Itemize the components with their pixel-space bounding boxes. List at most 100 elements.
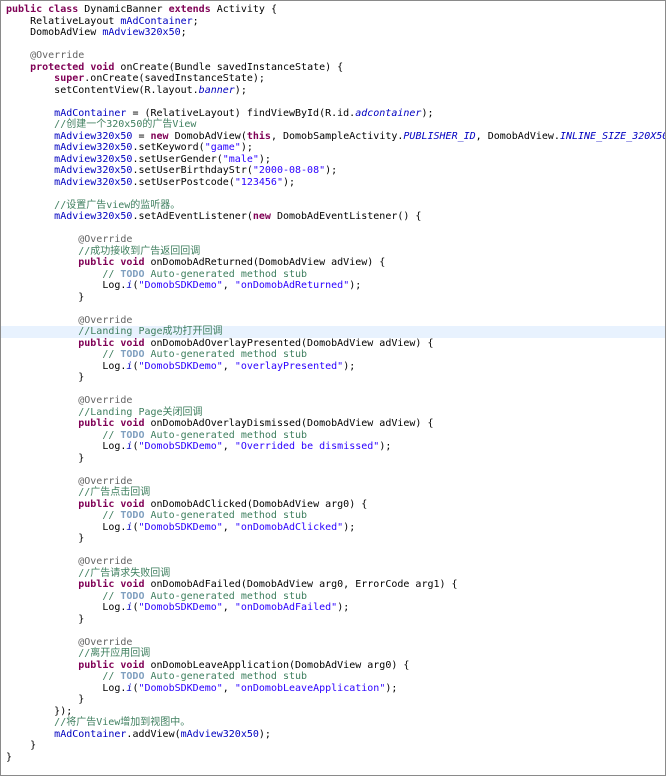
code-line[interactable]: //成功接收到广告返回回调 [6,246,663,258]
code-line[interactable]: @Override [6,476,663,488]
code-line[interactable]: //广告请求失败回调 [6,568,663,580]
code-line[interactable]: // TODO Auto-generated method stub [6,349,663,361]
code-editor[interactable]: public class DynamicBanner extends Activ… [0,0,666,776]
code-line[interactable] [6,625,663,637]
code-line[interactable]: @Override [6,556,663,568]
code-line[interactable]: //创建一个320x50的广告View [6,119,663,131]
code-line[interactable]: public void onDomobAdOverlayDismissed(Do… [6,418,663,430]
code-token: ); [234,84,247,96]
code-line[interactable]: // TODO Auto-generated method stub [6,671,663,683]
code-token: // [102,590,121,602]
code-token: , [222,682,235,694]
code-line[interactable]: mAdview320x50.setUserGender("male"); [6,154,663,166]
code-line[interactable]: mAdContainer.addView(mAdview320x50); [6,729,663,741]
code-line[interactable] [6,96,663,108]
code-token: , [222,441,235,452]
code-line[interactable]: public void onDomobAdReturned(DomobAdVie… [6,257,663,269]
code-line[interactable]: public void onDomobAdFailed(DomobAdView … [6,579,663,591]
code-token: Auto-generated method stub [144,349,308,360]
code-line[interactable]: @Override [6,234,663,246]
code-line[interactable]: }); [6,706,663,718]
code-listing[interactable]: public class DynamicBanner extends Activ… [1,4,665,764]
code-line[interactable]: @Override [6,395,663,407]
code-line[interactable]: mAdview320x50.setUserPostcode("123456"); [6,177,663,189]
code-line[interactable]: mAdContainer = (RelativeLayout) findView… [6,108,663,120]
code-line[interactable]: } [6,694,663,706]
code-line[interactable]: } [6,740,663,752]
code-line[interactable]: Log.i("DomobSDKDemo", "onDomobLeaveAppli… [6,683,663,695]
code-token: PUBLISHER_ID [403,130,476,142]
code-line[interactable]: RelativeLayout mAdContainer; [6,16,663,28]
code-token: Auto-generated method stub [144,268,308,280]
code-line[interactable] [6,223,663,235]
code-line[interactable]: @Override [6,637,663,649]
code-token: Auto-generated method stub [144,510,308,521]
code-line[interactable]: @Override [6,315,663,327]
code-line[interactable]: public class DynamicBanner extends Activ… [6,4,663,16]
code-line[interactable]: mAdview320x50.setKeyword("game"); [6,142,663,154]
code-line[interactable]: //Landing Page关闭回调 [6,407,663,419]
code-line[interactable]: } [6,372,663,384]
code-line[interactable]: mAdview320x50.setAdEventListener(new Dom… [6,211,663,223]
code-line[interactable]: // TODO Auto-generated method stub [6,430,663,442]
code-token: mAdview320x50 [54,153,133,165]
code-line[interactable] [6,188,663,200]
code-token: // [102,268,121,280]
code-token: Activity { [210,4,277,15]
code-line[interactable]: Log.i("DomobSDKDemo", "onDomobAdReturned… [6,280,663,292]
code-line[interactable] [6,464,663,476]
code-line[interactable]: // TODO Auto-generated method stub [6,591,663,603]
code-token: //广告请求失败回调 [78,567,171,579]
code-line[interactable]: } [6,292,663,304]
code-line[interactable] [6,545,663,557]
code-line[interactable]: } [6,453,663,465]
code-line[interactable]: public void onDomobAdOverlayPresented(Do… [6,338,663,350]
code-token: } [78,291,85,303]
code-line[interactable]: protected void onCreate(Bundle savedInst… [6,62,663,74]
code-line[interactable]: } [6,533,663,545]
code-line-current[interactable]: //Landing Page成功打开回调 [1,326,665,338]
code-line[interactable]: } [6,752,663,764]
code-line[interactable] [6,303,663,315]
code-token: public [78,257,115,268]
code-line[interactable]: DomobAdView mAdview320x50; [6,27,663,39]
code-line[interactable]: Log.i("DomobSDKDemo", "onDomobAdFailed")… [6,602,663,614]
code-token: Log. [102,280,127,291]
code-line[interactable]: //将广告View增加到视图中。 [6,717,663,729]
code-line[interactable]: @Override [6,50,663,62]
code-line[interactable]: // TODO Auto-generated method stub [6,510,663,522]
code-line[interactable]: //广告点击回调 [6,487,663,499]
code-line[interactable]: //离开应用回调 [6,648,663,660]
code-line[interactable]: Log.i("DomobSDKDemo", "onDomobAdClicked"… [6,522,663,534]
code-line[interactable]: mAdview320x50 = new DomobAdView(this, Do… [6,130,665,143]
code-line[interactable] [6,39,663,51]
code-line[interactable]: public void onDomobAdClicked(DomobAdView… [6,499,663,511]
code-line[interactable]: mAdview320x50.setUserBirthdayStr("2000-0… [6,165,663,177]
code-line[interactable]: super.onCreate(savedInstanceState); [6,73,663,85]
code-line[interactable]: Log.i("DomobSDKDemo", "Overrided be dism… [6,441,663,453]
code-line[interactable]: public void onDomobLeaveApplication(Domo… [6,660,663,672]
code-line[interactable]: Log.i("DomobSDKDemo", "overlayPresented"… [6,361,663,373]
code-line[interactable]: setContentView(R.layout.banner); [6,85,663,97]
code-token: ); [325,165,338,176]
code-line[interactable]: } [6,614,663,626]
code-line[interactable]: // TODO Auto-generated method stub [6,269,663,281]
code-line[interactable] [6,384,663,396]
code-line[interactable]: //设置广告view的监听器。 [6,200,663,212]
code-token: = [132,130,151,142]
